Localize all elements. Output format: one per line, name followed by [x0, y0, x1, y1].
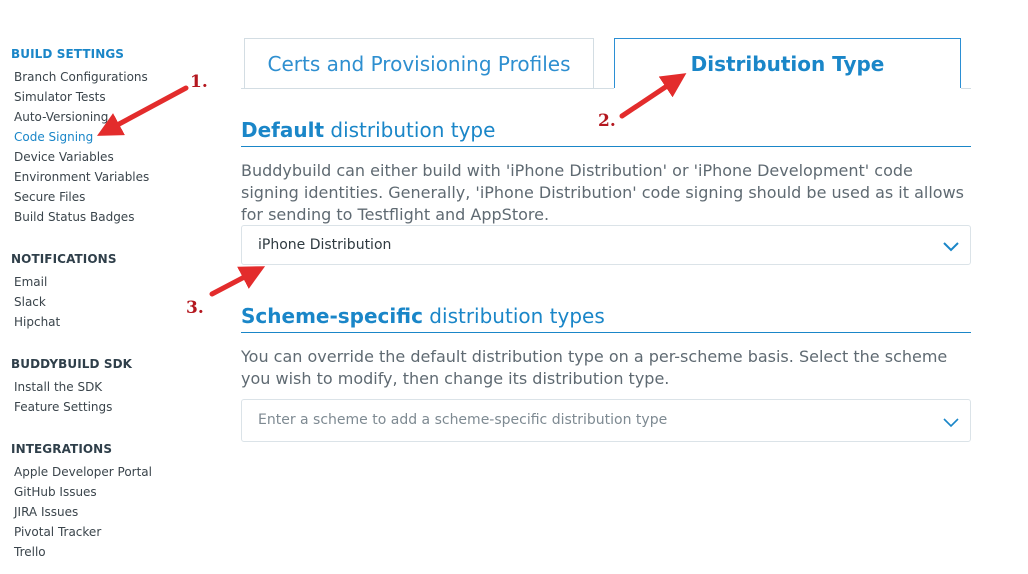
heading-rest: distribution type — [324, 118, 496, 142]
scheme-specific-description: You can override the default distributio… — [241, 347, 948, 388]
sidebar-item-environment-variables[interactable]: Environment Variables — [14, 170, 149, 184]
section-title-build-settings: BUILD SETTINGS — [11, 47, 125, 61]
tab-certs-provisioning[interactable]: Certs and Provisioning Profiles — [244, 38, 594, 88]
annotation-label-3: 3. — [186, 298, 204, 318]
sidebar-item-install-sdk[interactable]: Install the SDK — [14, 380, 102, 394]
annotation-label-2: 2. — [598, 111, 616, 131]
chevron-down-icon — [943, 242, 959, 252]
annotation-label-1: 1. — [190, 72, 208, 92]
sidebar-item-auto-versioning[interactable]: Auto-Versioning — [14, 110, 108, 124]
sidebar-item-code-signing[interactable]: Code Signing — [14, 130, 93, 144]
active-tab-gap — [614, 88, 961, 89]
sidebar-item-simulator-tests[interactable]: Simulator Tests — [14, 90, 106, 104]
sidebar: BUILD SETTINGS Branch Configurations Sim… — [0, 0, 220, 574]
select-value: iPhone Distribution — [258, 237, 392, 253]
chevron-down-icon — [943, 418, 959, 428]
section-title-buddybuild-sdk: BUDDYBUILD SDK — [11, 357, 133, 371]
sidebar-item-trello[interactable]: Trello — [14, 545, 46, 559]
default-distribution-select[interactable]: iPhone Distribution — [241, 225, 971, 265]
heading-bold: Scheme-specific — [241, 304, 423, 328]
sidebar-item-github-issues[interactable]: GitHub Issues — [14, 485, 97, 499]
default-distribution-description: Buddybuild can either build with 'iPhone… — [241, 161, 964, 224]
sidebar-item-feature-settings[interactable]: Feature Settings — [14, 400, 112, 414]
sidebar-item-branch-configurations[interactable]: Branch Configurations — [14, 70, 148, 84]
tab-distribution-type[interactable]: Distribution Type — [614, 38, 961, 88]
heading-rest: distribution types — [422, 304, 605, 328]
section-title-integrations: INTEGRATIONS — [11, 442, 113, 456]
scheme-specific-heading: Scheme-specific distribution types — [241, 304, 971, 333]
sidebar-item-secure-files[interactable]: Secure Files — [14, 190, 85, 204]
section-title-notifications: NOTIFICATIONS — [11, 252, 117, 266]
sidebar-item-hipchat[interactable]: Hipchat — [14, 315, 60, 329]
sidebar-item-slack[interactable]: Slack — [14, 295, 46, 309]
heading-bold: Default — [241, 118, 325, 142]
sidebar-item-device-variables[interactable]: Device Variables — [14, 150, 114, 164]
select-placeholder: Enter a scheme to add a scheme-specific … — [258, 412, 668, 428]
scheme-select-input[interactable]: Enter a scheme to add a scheme-specific … — [241, 399, 971, 442]
sidebar-item-jira-issues[interactable]: JIRA Issues — [14, 505, 78, 519]
sidebar-item-apple-developer-portal[interactable]: Apple Developer Portal — [14, 465, 152, 479]
sidebar-item-build-status-badges[interactable]: Build Status Badges — [14, 210, 134, 224]
sidebar-item-pivotal-tracker[interactable]: Pivotal Tracker — [14, 525, 101, 539]
sidebar-item-email[interactable]: Email — [14, 275, 47, 289]
